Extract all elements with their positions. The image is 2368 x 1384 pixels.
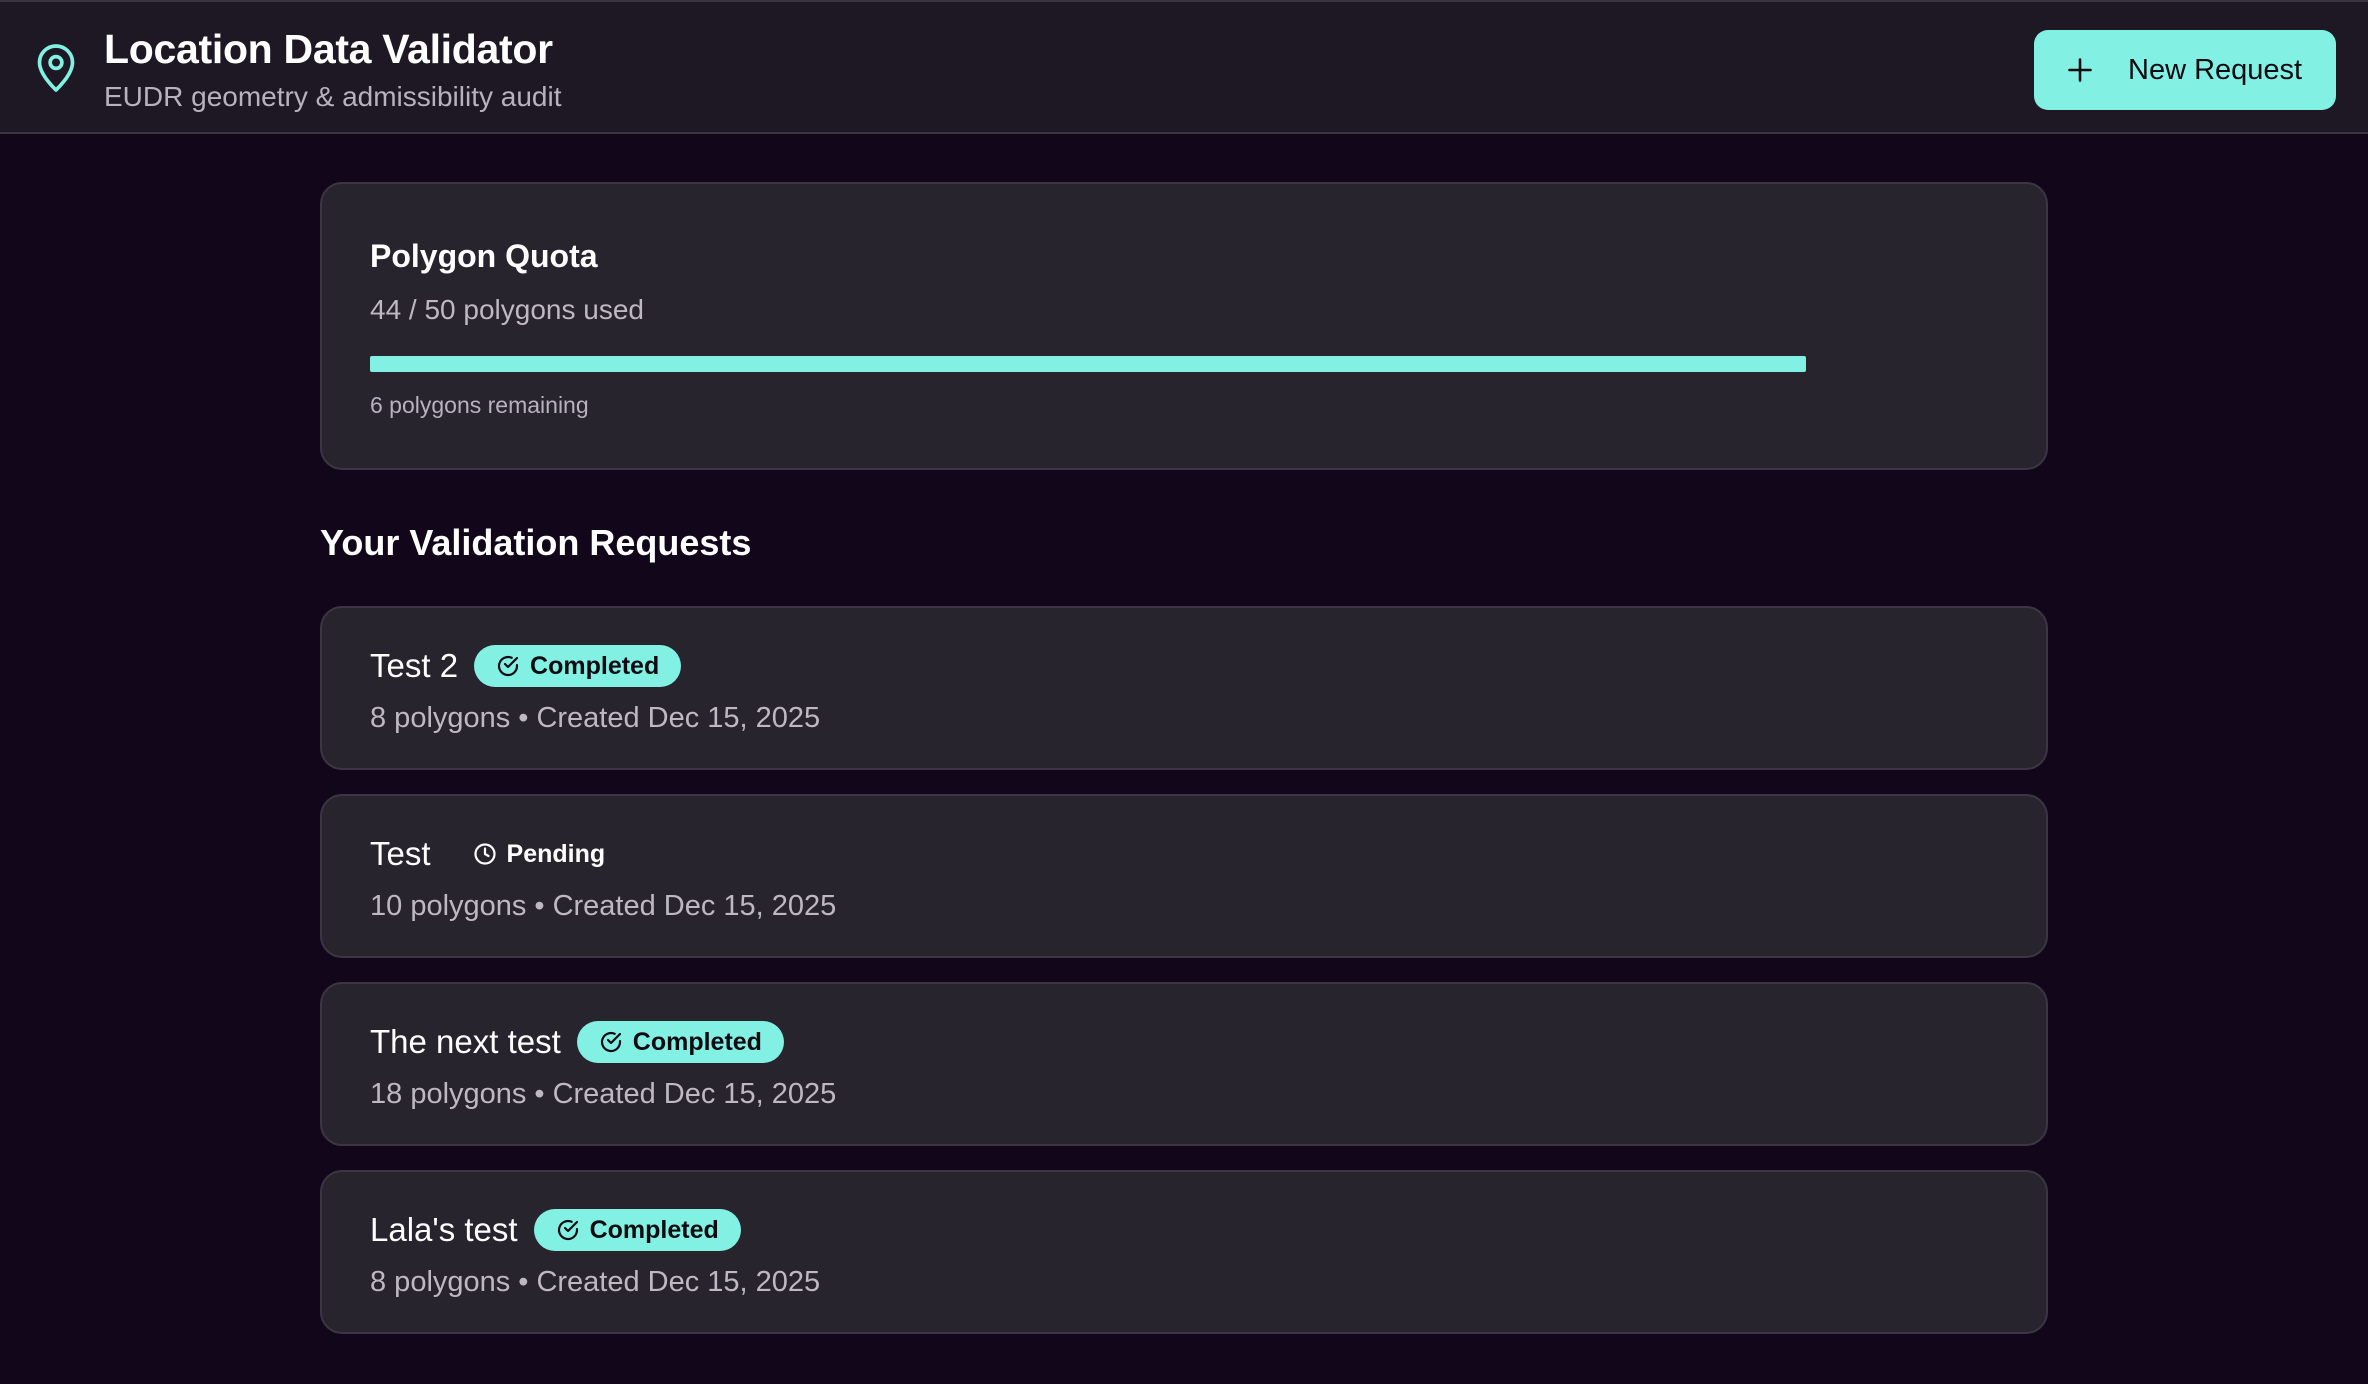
request-card[interactable]: Test 2 Completed 8 polygons • Created Dec … (320, 606, 2048, 770)
request-header: Test Pending (370, 832, 627, 876)
separator-dot: • (518, 1266, 529, 1298)
polygon-quota-card: Polygon Quota 44 / 50 polygons used 6 po… (320, 182, 2048, 470)
check-circle-icon (600, 1031, 621, 1053)
request-name: The next test (370, 1023, 561, 1060)
status-badge: Pending (451, 833, 628, 875)
created-date: Created Dec 15, 2025 (552, 1078, 837, 1110)
created-date: Created Dec 15, 2025 (552, 890, 837, 922)
plus-icon (2068, 58, 2092, 82)
request-meta: 8 polygons • Created Dec 15, 2025 (370, 702, 820, 735)
created-date: Created Dec 15, 2025 (536, 702, 821, 734)
status-label: Pending (506, 839, 606, 868)
created-date: Created Dec 15, 2025 (536, 1266, 821, 1298)
request-name: Test 2 (370, 647, 459, 684)
status-badge: Completed (533, 1209, 741, 1251)
clock-icon (473, 843, 496, 865)
new-request-button[interactable]: New Request (2034, 30, 2336, 110)
check-circle-icon (497, 655, 519, 677)
polygon-count: 10 polygons (370, 890, 527, 922)
quota-used-text: 44 / 50 polygons used (370, 294, 644, 325)
status-badge: Completed (474, 645, 682, 687)
request-header: Lala's test Completed (370, 1208, 741, 1252)
request-meta: 10 polygons • Created Dec 15, 2025 (370, 890, 836, 923)
quota-progress-fill (370, 356, 1807, 372)
status-badge: Completed (576, 1021, 784, 1063)
app-header: Location Data Validator EUDR geometry & … (0, 0, 2368, 134)
separator-dot: • (534, 1078, 545, 1110)
request-header: Test 2 Completed (370, 644, 682, 688)
request-card[interactable]: The next test Completed 18 polygons • Crea… (320, 982, 2048, 1146)
app-subtitle: EUDR geometry & admissibility audit (104, 81, 562, 112)
status-label: Completed (632, 1027, 762, 1056)
new-request-label: New Request (2128, 53, 2303, 86)
polygon-count: 8 polygons (370, 702, 511, 734)
request-card[interactable]: Lala's test Completed 8 polygons • Created… (320, 1170, 2048, 1334)
request-meta: 18 polygons • Created Dec 15, 2025 (370, 1078, 836, 1111)
request-meta: 8 polygons • Created Dec 15, 2025 (370, 1266, 820, 1299)
polygon-count: 8 polygons (370, 1266, 511, 1298)
map-pin-icon (37, 44, 75, 92)
status-label: Completed (530, 651, 660, 680)
status-label: Completed (589, 1215, 719, 1244)
quota-remaining-text: 6 polygons remaining (370, 392, 589, 418)
quota-title: Polygon Quota (370, 238, 598, 274)
quota-progress-bar (370, 356, 2002, 372)
request-name: Lala's test (370, 1211, 518, 1248)
separator-dot: • (518, 702, 529, 734)
request-name: Test (370, 835, 431, 872)
requests-section-title: Your Validation Requests (320, 522, 752, 563)
check-circle-icon (557, 1219, 578, 1241)
request-card[interactable]: Test Pending 10 polygons • Created Dec 15,… (320, 794, 2048, 958)
polygon-count: 18 polygons (370, 1078, 527, 1110)
request-header: The next test Completed (370, 1020, 784, 1064)
separator-dot: • (534, 890, 545, 922)
app-title: Location Data Validator (104, 26, 553, 72)
